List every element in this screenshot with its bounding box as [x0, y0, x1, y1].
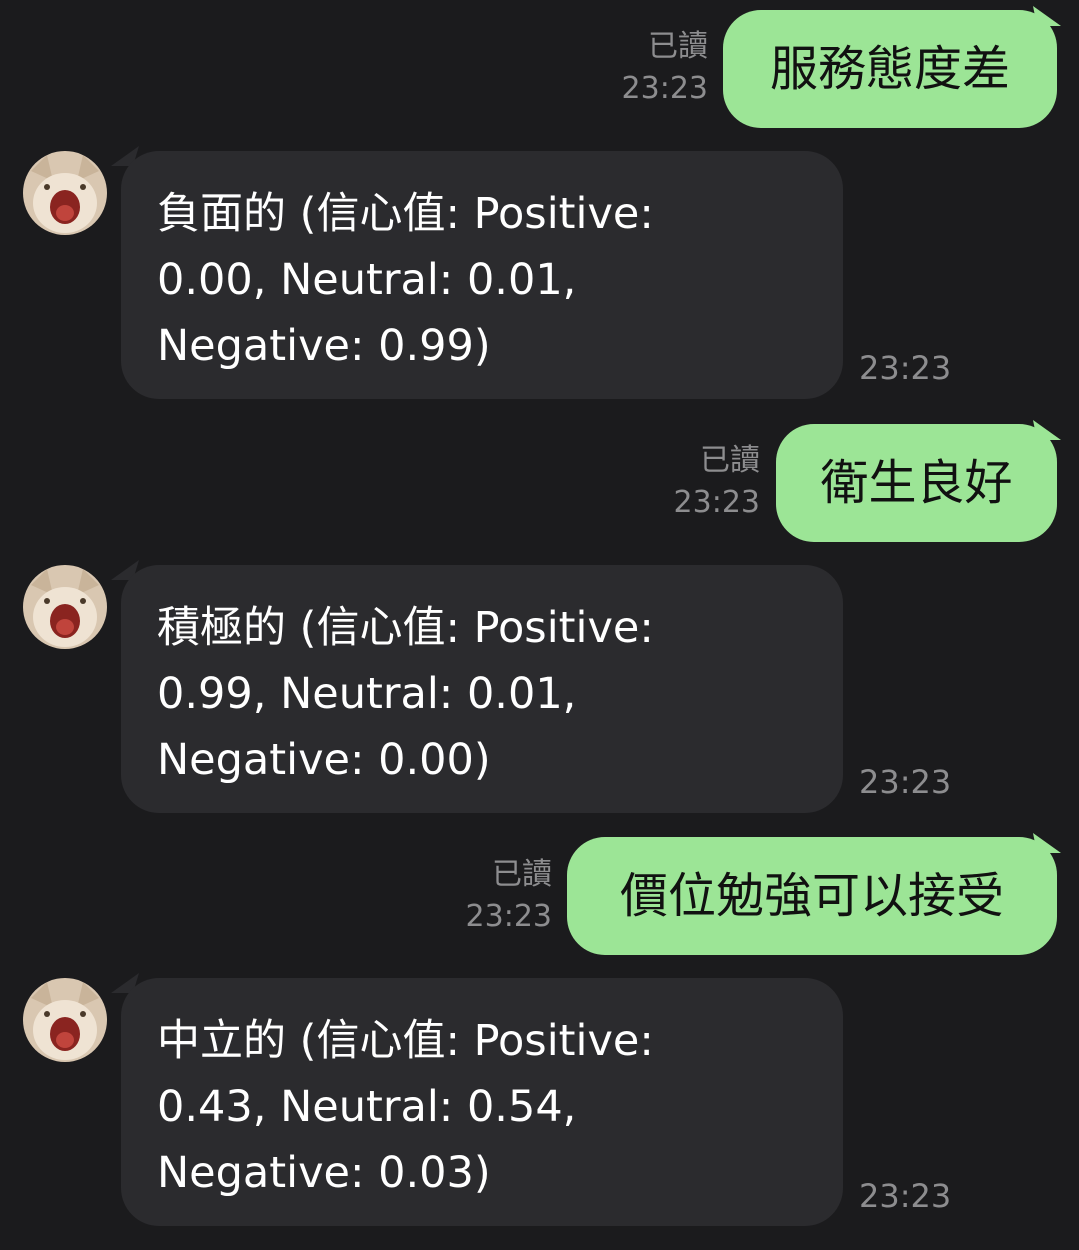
message-text-line: 0.00, Neutral: 0.01,: [157, 255, 577, 305]
cat-avatar-icon[interactable]: [23, 978, 107, 1062]
message-time: 23:23: [465, 899, 552, 934]
message-bubble[interactable]: 服務態度差: [723, 10, 1057, 128]
message-meta: 已讀 23:23: [404, 854, 552, 938]
message-time: 23:23: [859, 1177, 952, 1215]
message-text-line: 積極的 (信心值: Positive:: [157, 603, 654, 653]
message-text-line: 中立的 (信心值: Positive:: [157, 1016, 654, 1066]
message-text-line: 0.99, Neutral: 0.01,: [157, 669, 577, 719]
cat-avatar-icon[interactable]: [23, 565, 107, 649]
message-text-line: Negative: 0.99): [157, 321, 491, 371]
message-text: 衛生良好: [820, 455, 1013, 511]
message-time: 23:23: [621, 71, 708, 106]
message-time: 23:23: [859, 763, 952, 801]
message-meta: 已讀 23:23: [560, 26, 708, 110]
message-text-line: Negative: 0.00): [157, 735, 491, 785]
message-text: 價位勉強可以接受: [619, 868, 1004, 924]
read-receipt: 已讀: [492, 857, 552, 892]
message-time: 23:23: [673, 485, 760, 520]
read-receipt: 已讀: [700, 443, 760, 478]
message-bubble[interactable]: 衛生良好: [776, 424, 1057, 542]
message-text-line: 0.43, Neutral: 0.54,: [157, 1082, 577, 1132]
read-receipt: 已讀: [648, 29, 708, 64]
cat-avatar-icon[interactable]: [23, 151, 107, 235]
message-meta: 已讀 23:23: [612, 440, 760, 524]
message-bubble[interactable]: 負面的 (信心值: Positive: 0.00, Neutral: 0.01,…: [121, 151, 843, 399]
message-bubble[interactable]: 積極的 (信心值: Positive: 0.99, Neutral: 0.01,…: [121, 565, 843, 813]
message-text-line: 負面的 (信心值: Positive:: [157, 189, 654, 239]
message-text-line: Negative: 0.03): [157, 1148, 491, 1198]
message-bubble[interactable]: 中立的 (信心值: Positive: 0.43, Neutral: 0.54,…: [121, 978, 843, 1226]
message-bubble[interactable]: 價位勉強可以接受: [567, 837, 1057, 955]
message-text: 服務態度差: [769, 41, 1010, 97]
message-time: 23:23: [859, 349, 952, 387]
